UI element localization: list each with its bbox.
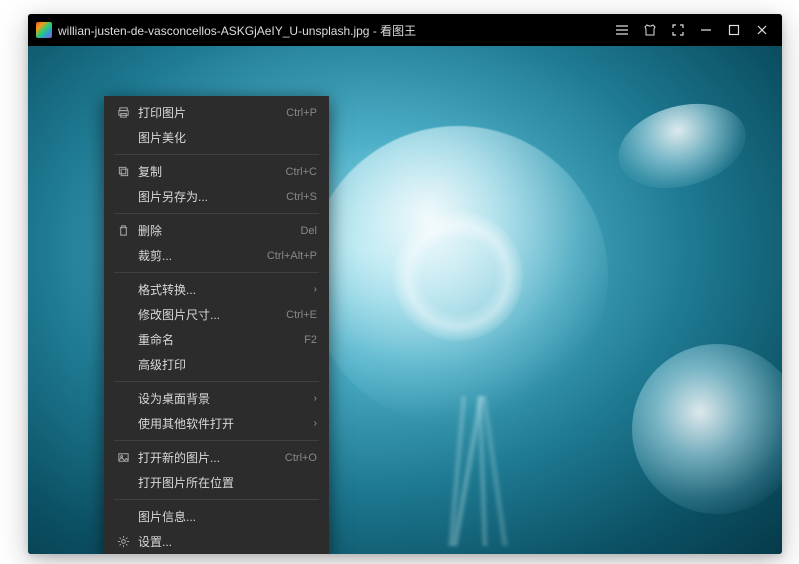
close-button[interactable]: [748, 17, 776, 43]
menu-item[interactable]: 图片信息...: [104, 504, 329, 529]
menu-separator: [114, 499, 319, 500]
settings-icon: [114, 535, 132, 548]
menu-item-label: 修改图片尺寸...: [132, 306, 286, 323]
shirt-icon: [643, 23, 657, 37]
menu-item-label: 图片信息...: [132, 508, 317, 525]
menu-item-label: 重命名: [132, 331, 304, 348]
menu-item[interactable]: 设置...: [104, 529, 329, 554]
menu-button[interactable]: [608, 17, 636, 43]
close-icon: [755, 23, 769, 37]
menu-separator: [114, 440, 319, 441]
menu-item[interactable]: 删除Del: [104, 218, 329, 243]
menu-item[interactable]: 重命名F2: [104, 327, 329, 352]
tentacles: [368, 396, 568, 546]
menu-item-label: 高级打印: [132, 356, 317, 373]
print-icon: [114, 106, 132, 119]
menu-item-shortcut: F2: [304, 334, 317, 346]
menu-item[interactable]: 高级打印: [104, 352, 329, 377]
menu-item-shortcut: Ctrl+S: [286, 191, 317, 203]
chevron-right-icon: ›: [314, 418, 317, 429]
expand-icon: [671, 23, 685, 37]
menu-item-label: 图片另存为...: [132, 188, 286, 205]
menu-item-label: 打开图片所在位置: [132, 474, 317, 491]
context-menu: 打印图片Ctrl+P图片美化复制Ctrl+C图片另存为...Ctrl+S删除De…: [104, 96, 329, 554]
minimize-icon: [699, 23, 713, 37]
chevron-right-icon: ›: [314, 284, 317, 295]
jellyfish-bottom-right: [632, 344, 782, 514]
menu-item[interactable]: 修改图片尺寸...Ctrl+E: [104, 302, 329, 327]
menu-item-label: 删除: [132, 222, 300, 239]
fullscreen-button[interactable]: [664, 17, 692, 43]
window-title: willian-justen-de-vasconcellos-ASKGjAeIY…: [58, 22, 608, 39]
menu-item-shortcut: Ctrl+Alt+P: [267, 250, 317, 262]
menu-item-shortcut: Ctrl+C: [286, 166, 317, 178]
menu-item-label: 裁剪...: [132, 247, 267, 264]
menu-item-label: 图片美化: [132, 129, 317, 146]
app-window: willian-justen-de-vasconcellos-ASKGjAeIY…: [28, 14, 782, 554]
maximize-button[interactable]: [720, 17, 748, 43]
menu-item-shortcut: Ctrl+E: [286, 309, 317, 321]
menu-item[interactable]: 图片美化: [104, 125, 329, 150]
hamburger-icon: [615, 23, 629, 37]
menu-item[interactable]: 图片另存为...Ctrl+S: [104, 184, 329, 209]
menu-separator: [114, 381, 319, 382]
menu-item[interactable]: 打印图片Ctrl+P: [104, 100, 329, 125]
image-icon: [114, 451, 132, 464]
menu-separator: [114, 154, 319, 155]
jellyfish-main: [308, 126, 608, 426]
menu-item-shortcut: Del: [300, 225, 317, 237]
menu-item-label: 设为桌面背景: [132, 390, 314, 407]
skin-button[interactable]: [636, 17, 664, 43]
minimize-button[interactable]: [692, 17, 720, 43]
menu-item[interactable]: 使用其他软件打开›: [104, 411, 329, 436]
copy-icon: [114, 165, 132, 178]
menu-item-label: 复制: [132, 163, 286, 180]
menu-item-label: 格式转换...: [132, 281, 314, 298]
app-icon: [36, 22, 52, 38]
menu-item[interactable]: 格式转换...›: [104, 277, 329, 302]
maximize-icon: [727, 23, 741, 37]
delete-icon: [114, 224, 132, 237]
jellyfish-top-right: [609, 91, 755, 202]
menu-item-label: 使用其他软件打开: [132, 415, 314, 432]
menu-item-label: 设置...: [132, 533, 317, 550]
chevron-right-icon: ›: [314, 393, 317, 404]
menu-item-label: 打印图片: [132, 104, 286, 121]
menu-item-shortcut: Ctrl+P: [286, 107, 317, 119]
titlebar: willian-justen-de-vasconcellos-ASKGjAeIY…: [28, 14, 782, 46]
menu-item[interactable]: 复制Ctrl+C: [104, 159, 329, 184]
menu-separator: [114, 213, 319, 214]
menu-item[interactable]: 打开新的图片...Ctrl+O: [104, 445, 329, 470]
menu-separator: [114, 272, 319, 273]
menu-item-shortcut: Ctrl+O: [285, 452, 317, 464]
menu-item[interactable]: 设为桌面背景›: [104, 386, 329, 411]
menu-item[interactable]: 打开图片所在位置: [104, 470, 329, 495]
menu-item-label: 打开新的图片...: [132, 449, 285, 466]
menu-item[interactable]: 裁剪...Ctrl+Alt+P: [104, 243, 329, 268]
